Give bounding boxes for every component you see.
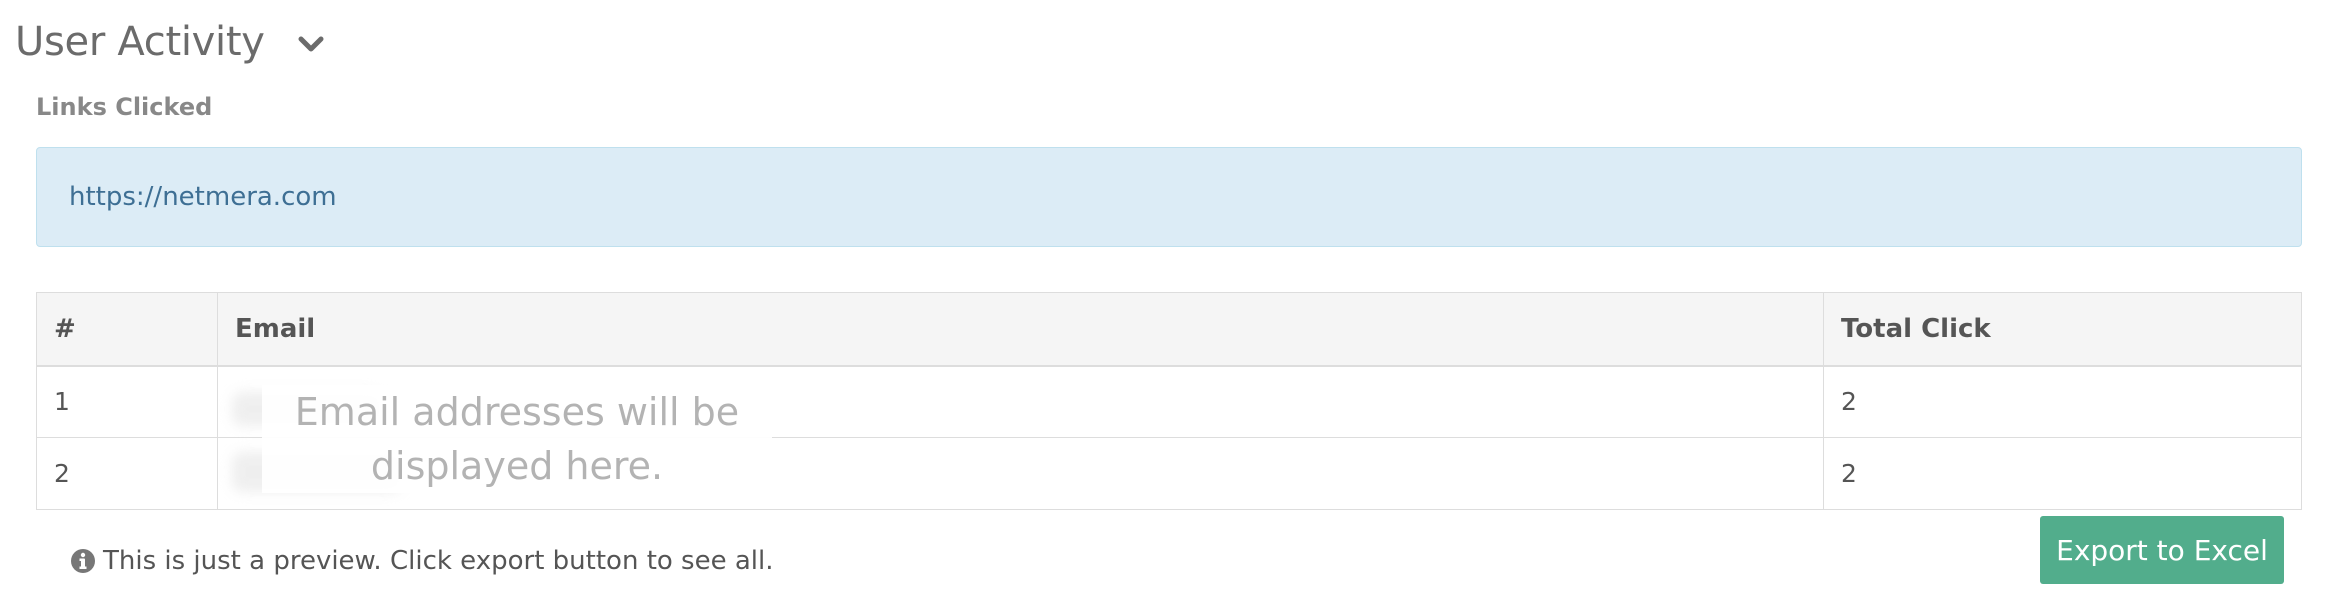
row-number: 1 xyxy=(36,365,218,438)
export-to-excel-button[interactable]: Export to Excel xyxy=(2040,516,2284,584)
user-activity-panel: User Activity Links Clicked https://netm… xyxy=(0,0,2336,614)
clicked-link-box: https://netmera.com xyxy=(36,147,2302,247)
chevron-down-icon[interactable] xyxy=(291,25,331,65)
email-placeholder-overlay: Email addresses will be displayed here. xyxy=(262,385,772,493)
section-header: User Activity xyxy=(15,12,331,72)
preview-note-text: This is just a preview. Click export but… xyxy=(103,546,774,576)
column-header-number: # xyxy=(36,292,218,367)
preview-note: This is just a preview. Click export but… xyxy=(70,546,774,576)
column-header-total-click: Total Click xyxy=(1823,292,2302,367)
info-circle-icon xyxy=(71,549,95,573)
row-total-click: 2 xyxy=(1823,437,2302,510)
table-header-row: # Email Total Click xyxy=(36,292,2302,367)
section-title: User Activity xyxy=(15,19,265,65)
email-placeholder-line: displayed here. xyxy=(370,444,664,488)
row-total-click: 2 xyxy=(1823,365,2302,438)
column-header-email: Email xyxy=(217,292,1824,367)
clicked-link-url[interactable]: https://netmera.com xyxy=(69,182,337,212)
links-clicked-label: Links Clicked xyxy=(36,93,213,121)
email-placeholder-line: Email addresses will be xyxy=(294,390,740,434)
row-number: 2 xyxy=(36,437,218,510)
